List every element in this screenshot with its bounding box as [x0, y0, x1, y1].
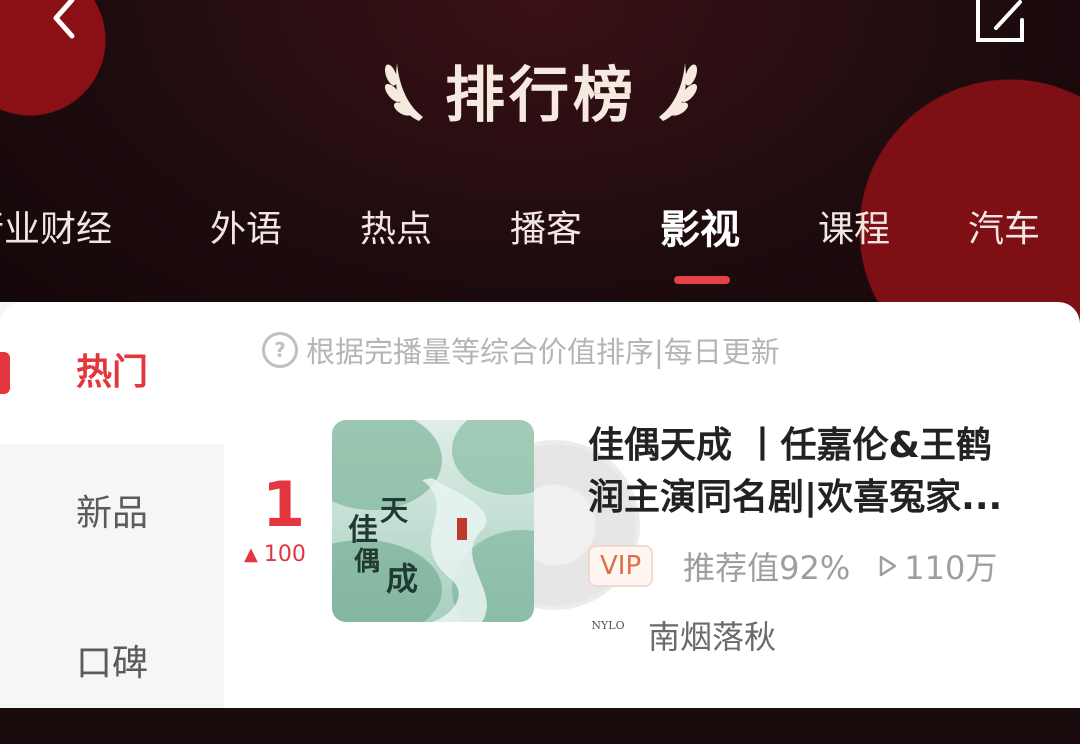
sidebar-active-marker — [0, 352, 10, 394]
laurel-right-icon — [659, 63, 698, 121]
help-icon[interactable]: ? — [262, 332, 298, 368]
sidebar-item-new[interactable]: 新品 — [0, 444, 224, 584]
back-button[interactable] — [44, 0, 94, 50]
chevron-left-icon — [53, 0, 75, 39]
sidebar-item-hot[interactable]: 热门 — [0, 302, 224, 444]
tab-film-tv[interactable]: 影视 — [660, 195, 740, 265]
share-button[interactable] — [970, 0, 1030, 50]
ranking-hint: ? 根据完播量等综合价值排序|每日更新 — [262, 330, 780, 370]
item-title-line-2: 润主演同名剧|欢喜冤家... — [588, 477, 1003, 518]
svg-text:天: 天 — [380, 494, 408, 527]
item-title[interactable]: 佳偶天成 丨任嘉伦&王鹤 润主演同名剧|欢喜冤家... — [588, 420, 1048, 524]
share-icon — [976, 0, 1024, 42]
author-row[interactable]: NYLO 南烟落秋 — [588, 612, 776, 658]
rank-number: 1 — [262, 468, 306, 541]
item-meta: VIP 推荐值92% 110万 — [588, 540, 997, 592]
play-icon — [880, 555, 897, 577]
rank-change-value: 100 — [263, 542, 306, 567]
rank-change: ▲ 100 — [244, 542, 306, 567]
play-count-value: 110万 — [904, 549, 998, 587]
tab-podcast[interactable]: 播客 — [510, 195, 582, 265]
laurel-left-icon — [384, 63, 423, 121]
tab-language[interactable]: 外语 — [210, 195, 282, 265]
recommend-score: 推荐值92% — [683, 549, 851, 587]
tab-business[interactable]: 行业财经 — [0, 195, 112, 265]
active-tab-indicator — [674, 276, 730, 284]
item-title-line-1: 佳偶天成 丨任嘉伦&王鹤 — [588, 425, 992, 466]
tab-hot[interactable]: 热点 — [360, 195, 432, 265]
sidebar-item-reputation[interactable]: 口碑 — [0, 584, 224, 708]
author-name: 南烟落秋 — [648, 618, 777, 656]
author-logo: NYLO — [591, 619, 625, 632]
vip-badge: VIP — [588, 545, 654, 587]
play-count: 110万 — [878, 543, 997, 589]
cover-title-char-1: 佳 — [348, 513, 378, 548]
sidebar: 热门 新品 口碑 — [0, 302, 224, 708]
category-tabs: 行业财经 外语 热点 播客 影视 课程 汽车 — [0, 195, 1080, 265]
arrow-up-icon: ▲ — [244, 544, 258, 565]
cover-artwork: 佳 天 偶 成 — [332, 420, 534, 622]
svg-text:偶: 偶 — [354, 547, 380, 577]
tab-cars[interactable]: 汽车 — [968, 195, 1040, 265]
tab-courses[interactable]: 课程 — [818, 195, 890, 265]
svg-text:成: 成 — [386, 560, 418, 598]
header: 排行榜 行业财经 外语 热点 播客 影视 课程 汽车 — [0, 0, 1080, 330]
title-area: 排行榜 — [355, 50, 727, 131]
page-title: 排行榜 — [445, 60, 637, 131]
hint-text: 根据完播量等综合价值排序|每日更新 — [306, 335, 780, 369]
album-cover[interactable]: 佳 天 偶 成 — [332, 420, 534, 622]
